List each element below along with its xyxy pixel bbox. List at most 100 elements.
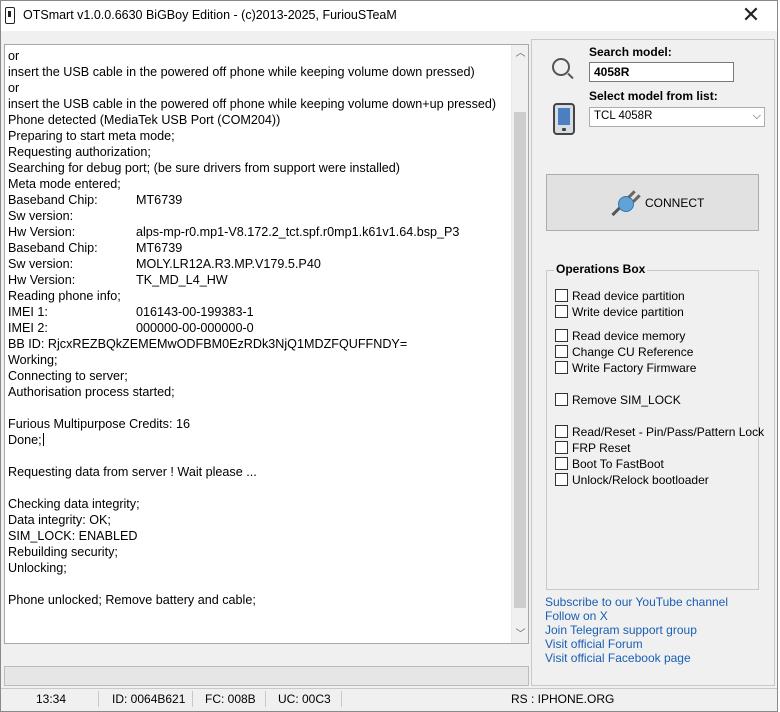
model-select-value: TCL 4058R: [594, 110, 653, 122]
log-line: IMEI 2: 000000-00-000000-0: [8, 320, 508, 336]
operation-checkbox-item[interactable]: Read device partition: [555, 289, 685, 305]
log-line: BB ID: RjcxREZBQkZEMEMwODFBM0EzRDk3NjQ1M…: [8, 336, 508, 352]
log-line: Furious Multipurpose Credits: 16: [8, 416, 508, 432]
scroll-down-arrow-icon[interactable]: ﹀: [512, 626, 529, 643]
app-window: OTSmart v1.0.0.6630 BiGBoy Edition - (c)…: [0, 0, 778, 712]
operations-box: Operations Box Read device partition Writ…: [546, 262, 764, 590]
log-key: IMEI 2:: [8, 321, 48, 335]
scroll-up-arrow-icon[interactable]: ︿: [512, 45, 529, 62]
log-line: Authorisation process started;: [8, 384, 508, 400]
usb-plug-icon: [611, 188, 641, 218]
status-uc: UC: 00C3: [278, 692, 331, 706]
scroll-thumb[interactable]: [514, 112, 526, 608]
operation-label: Read/Reset - Pin/Pass/Pattern Lock: [572, 425, 765, 439]
log-line-text: Meta mode entered;: [8, 177, 121, 191]
status-rs: RS : IPHONE.ORG: [511, 692, 615, 706]
status-id: ID: 0064B621: [112, 692, 186, 706]
log-line: Working;: [8, 352, 508, 368]
log-line-text: Requesting data from server ! Wait pleas…: [8, 465, 257, 479]
search-model-input[interactable]: [589, 62, 734, 82]
checkbox[interactable]: [555, 473, 568, 486]
connect-button[interactable]: CONNECT: [546, 174, 759, 231]
log-line-text: Working;: [8, 353, 58, 367]
log-line-text: BB ID: RjcxREZBQkZEMEMwODFBM0EzRDk3NjQ1M…: [8, 337, 408, 351]
search-model-label: Search model:: [589, 45, 672, 59]
operation-label: Boot To FastBoot: [572, 457, 664, 471]
control-panel: Search model: Select model from list: TC…: [531, 39, 775, 686]
operation-checkbox-item[interactable]: Write device partition: [555, 305, 684, 321]
operation-checkbox-item[interactable]: Write Factory Firmware: [555, 361, 696, 377]
operation-label: Write device partition: [572, 305, 684, 319]
log-line: Connecting to server;: [8, 368, 508, 384]
select-model-label: Select model from list:: [589, 89, 718, 103]
log-line: Baseband Chip: MT6739: [8, 192, 508, 208]
checkbox[interactable]: [555, 425, 568, 438]
operation-checkbox-item[interactable]: Read device memory: [555, 329, 685, 345]
status-bar: 13:34 ID: 0064B621 FC: 008B UC: 00C3 RS …: [1, 688, 777, 710]
support-link[interactable]: Visit official Facebook page: [545, 651, 691, 665]
log-line-text: Phone detected (MediaTek USB Port (COM20…: [8, 113, 281, 127]
log-value: 000000-00-000000-0: [136, 321, 254, 335]
support-link[interactable]: Visit official Forum: [545, 637, 643, 651]
operation-checkbox-item[interactable]: Change CU Reference: [555, 345, 693, 361]
log-line: Data integrity: OK;: [8, 512, 508, 528]
text-caret: [42, 433, 44, 446]
log-line-text: or: [8, 49, 20, 63]
log-line: Searching for debug port; (be sure drive…: [8, 160, 508, 176]
operation-label: Read device memory: [572, 329, 686, 343]
operation-checkbox-item[interactable]: Boot To FastBoot: [555, 457, 664, 473]
log-line: Requesting data from server ! Wait pleas…: [8, 464, 508, 480]
support-link[interactable]: Follow on X: [545, 609, 608, 623]
operation-checkbox-item[interactable]: Remove SIM_LOCK: [555, 393, 681, 409]
log-line-text: Requesting authorization;: [8, 145, 151, 159]
log-line-text: insert the USB cable in the powered off …: [8, 97, 497, 111]
magnifier-icon: [552, 58, 570, 76]
support-link[interactable]: Join Telegram support group: [545, 623, 697, 637]
log-line-text: Reading phone info;: [8, 289, 121, 303]
log-line-text: insert the USB cable in the powered off …: [8, 65, 475, 79]
log-line: Preparing to start meta mode;: [8, 128, 508, 144]
checkbox[interactable]: [555, 361, 568, 374]
operation-label: Read device partition: [572, 289, 685, 303]
log-output[interactable]: or insert the USB cable in the powered of…: [4, 44, 529, 644]
progress-bar: [4, 666, 529, 686]
log-line: Baseband Chip: MT6739: [8, 240, 508, 256]
log-scrollbar[interactable]: ︿ ﹀: [511, 45, 528, 643]
log-value: MT6739: [136, 193, 183, 207]
checkbox[interactable]: [555, 393, 568, 406]
log-line-text: Connecting to server;: [8, 369, 128, 383]
operation-label: Write Factory Firmware: [572, 361, 697, 375]
operation-checkbox-item[interactable]: Unlock/Relock bootloader: [555, 473, 709, 489]
model-select[interactable]: TCL 4058R ⌵: [589, 107, 765, 127]
log-line-text: Preparing to start meta mode;: [8, 129, 175, 143]
log-line-text: Checking data integrity;: [8, 497, 140, 511]
checkbox[interactable]: [555, 345, 568, 358]
log-line: Sw version: MOLY.LR12A.R3.MP.V179.5.P40: [8, 256, 508, 272]
phone-app-icon: [5, 7, 15, 24]
log-line: Phone detected (MediaTek USB Port (COM20…: [8, 112, 508, 128]
log-line-text: Searching for debug port; (be sure drive…: [8, 161, 400, 175]
log-line: Checking data integrity;: [8, 496, 508, 512]
checkbox[interactable]: [555, 305, 568, 318]
log-line: or: [8, 48, 508, 64]
log-line: Reading phone info;: [8, 288, 508, 304]
operation-label: FRP Reset: [572, 441, 631, 455]
log-line: Requesting authorization;: [8, 144, 508, 160]
close-button[interactable]: ✕: [725, 1, 777, 31]
log-line-text: Authorisation process started;: [8, 385, 175, 399]
log-line: or: [8, 80, 508, 96]
operation-checkbox-item[interactable]: Read/Reset - Pin/Pass/Pattern Lock: [555, 425, 764, 441]
log-line: Hw Version: alps-mp-r0.mp1-V8.172.2_tct.s…: [8, 224, 508, 240]
log-value: alps-mp-r0.mp1-V8.172.2_tct.spf.r0mp1.k6…: [136, 225, 460, 239]
checkbox[interactable]: [555, 441, 568, 454]
status-time: 13:34: [36, 692, 67, 706]
checkbox[interactable]: [555, 289, 568, 302]
checkbox[interactable]: [555, 457, 568, 470]
operation-label: Change CU Reference: [572, 345, 694, 359]
operation-checkbox-item[interactable]: FRP Reset: [555, 441, 630, 457]
support-link[interactable]: Subscribe to our YouTube channel: [545, 595, 728, 609]
title-bar: OTSmart v1.0.0.6630 BiGBoy Edition - (c)…: [1, 1, 777, 31]
checkbox[interactable]: [555, 329, 568, 342]
log-line-text: Done;: [8, 433, 42, 447]
